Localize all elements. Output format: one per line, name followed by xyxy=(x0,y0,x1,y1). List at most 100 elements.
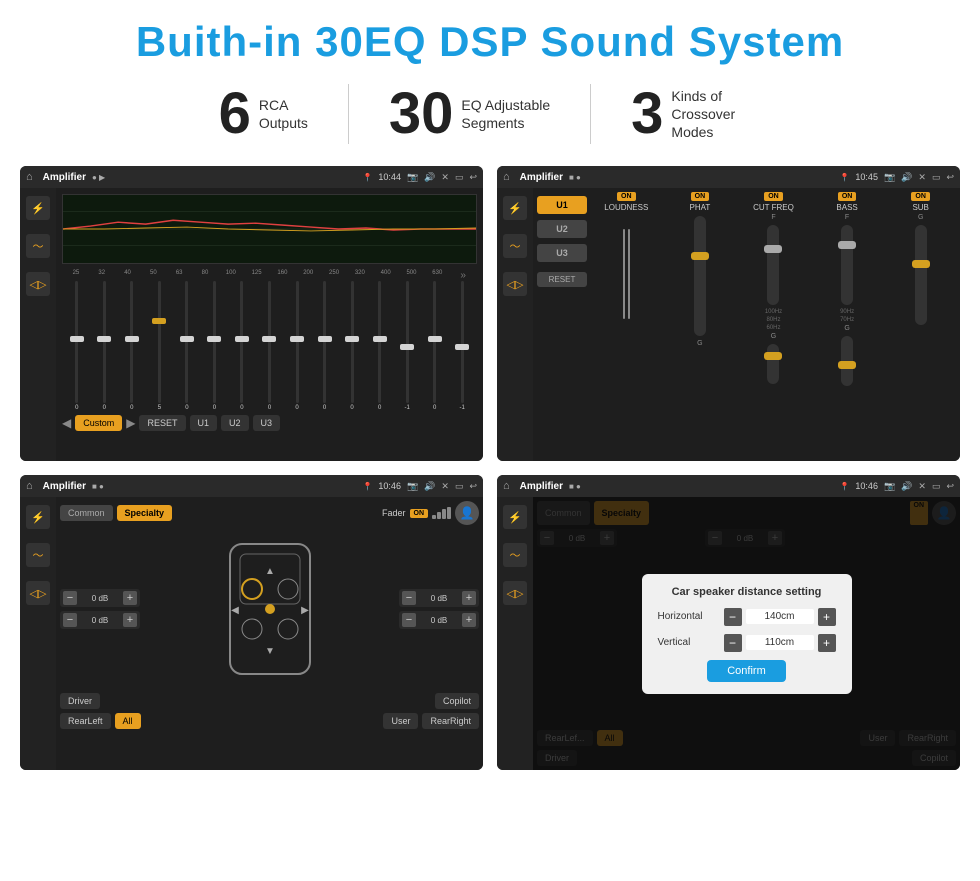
eq-u3-button[interactable]: U3 xyxy=(253,415,281,431)
screen4-title: Amplifier xyxy=(520,481,563,492)
cutfreq-slider-g[interactable] xyxy=(767,344,779,384)
front-left-vol-value: 0 dB xyxy=(79,594,121,603)
front-left-vol-plus[interactable]: + xyxy=(123,591,137,605)
screen3-content: ⚡ 〜 ◁▷ Common Specialty Fader ON xyxy=(20,497,483,770)
eq-prev-button[interactable]: ◀ xyxy=(62,416,71,430)
back-icon[interactable]: ↩ xyxy=(469,172,477,183)
speaker-main-area: Common Specialty Fader ON 👤 xyxy=(56,497,483,770)
dot-icon-2: ■ ● xyxy=(569,173,581,182)
rearright-button[interactable]: RearRight xyxy=(422,713,479,729)
eq-slider-15[interactable]: -1 xyxy=(449,281,475,411)
wave-icon-3[interactable]: 〜 xyxy=(26,543,50,567)
back-icon-4[interactable]: ↩ xyxy=(946,481,954,492)
cutfreq-slider-f[interactable] xyxy=(767,225,779,305)
home-icon[interactable]: ⌂ xyxy=(26,171,33,183)
sub-slider[interactable] xyxy=(915,225,927,325)
svg-text:▶: ▶ xyxy=(301,605,309,616)
eq-u1-button[interactable]: U1 xyxy=(190,415,218,431)
user-button[interactable]: User xyxy=(383,713,418,729)
rear-left-vol-value: 0 dB xyxy=(79,616,121,625)
vertical-label: Vertical xyxy=(658,637,718,648)
u2-preset-button[interactable]: U2 xyxy=(537,220,587,238)
rear-left-vol-plus[interactable]: + xyxy=(123,613,137,627)
front-right-vol-plus[interactable]: + xyxy=(462,591,476,605)
copilot-button[interactable]: Copilot xyxy=(435,693,479,709)
svg-text:▲: ▲ xyxy=(265,566,275,577)
phat-col: ON PHAT G xyxy=(665,192,736,457)
eq-slider-14[interactable]: 0 xyxy=(422,281,448,411)
eq-u2-button[interactable]: U2 xyxy=(221,415,249,431)
eq-icon-2[interactable]: ⚡ xyxy=(503,196,527,220)
wave-icon-2[interactable]: 〜 xyxy=(503,234,527,258)
eq-slider-11[interactable]: 0 xyxy=(339,281,365,411)
eq-slider-1[interactable]: 0 xyxy=(64,281,90,411)
eq-custom-button[interactable]: Custom xyxy=(75,415,122,431)
horizontal-value: 140cm xyxy=(746,609,814,624)
driver-button[interactable]: Driver xyxy=(60,693,100,709)
loudness-on-badge: ON xyxy=(617,192,636,201)
eq-slider-7[interactable]: 0 xyxy=(229,281,255,411)
eq-slider-8[interactable]: 0 xyxy=(257,281,283,411)
rear-left-vol-minus[interactable]: − xyxy=(63,613,77,627)
crossover-reset-button[interactable]: RESET xyxy=(537,272,587,287)
wave-icon-4[interactable]: 〜 xyxy=(503,543,527,567)
eq-slider-5[interactable]: 0 xyxy=(174,281,200,411)
home-icon-4[interactable]: ⌂ xyxy=(503,480,510,492)
profile-icon[interactable]: 👤 xyxy=(455,501,479,525)
phat-on-badge: ON xyxy=(691,192,710,201)
eq-slider-4[interactable]: 5 xyxy=(147,281,173,411)
common-tab[interactable]: Common xyxy=(60,505,113,521)
eq-slider-2[interactable]: 0 xyxy=(92,281,118,411)
horizontal-minus-button[interactable]: − xyxy=(724,608,742,626)
speaker-icon-4[interactable]: ◁▷ xyxy=(503,581,527,605)
screen1-sidebar: ⚡ 〜 ◁▷ xyxy=(20,188,56,461)
eq-slider-3[interactable]: 0 xyxy=(119,281,145,411)
cutfreq-label: CUT FREQ xyxy=(753,203,794,212)
rear-right-vol-minus[interactable]: − xyxy=(402,613,416,627)
sub-label: SUB xyxy=(912,203,928,212)
volume-icon-3: 🔊 xyxy=(424,481,435,492)
back-icon-2[interactable]: ↩ xyxy=(946,172,954,183)
bass-slider-g[interactable] xyxy=(841,336,853,386)
rearleft-button[interactable]: RearLeft xyxy=(60,713,111,729)
home-icon-2[interactable]: ⌂ xyxy=(503,171,510,183)
bass-label: BASS xyxy=(836,203,857,212)
u3-preset-button[interactable]: U3 xyxy=(537,244,587,262)
speaker-icon-3[interactable]: ◁▷ xyxy=(26,581,50,605)
screen-speaker: ⌂ Amplifier ■ ● 📍 10:46 📷 🔊 ✕ ▭ ↩ ⚡ 〜 ◁▷… xyxy=(20,475,483,770)
eq-slider-12[interactable]: 0 xyxy=(367,281,393,411)
front-left-volume: − 0 dB + xyxy=(60,589,140,607)
confirm-button[interactable]: Confirm xyxy=(707,660,786,682)
eq-slider-13[interactable]: -1 xyxy=(394,281,420,411)
rear-right-vol-plus[interactable]: + xyxy=(462,613,476,627)
back-icon-3[interactable]: ↩ xyxy=(469,481,477,492)
wave-icon[interactable]: 〜 xyxy=(26,234,50,258)
eq-icon[interactable]: ⚡ xyxy=(26,196,50,220)
front-left-vol-minus[interactable]: − xyxy=(63,591,77,605)
screen4-content: ⚡ 〜 ◁▷ Common Specialty ON 👤 − xyxy=(497,497,960,770)
sub-col: ON SUB G xyxy=(885,192,956,457)
horizontal-plus-button[interactable]: + xyxy=(818,608,836,626)
all-button[interactable]: All xyxy=(115,713,141,729)
speaker-icon[interactable]: ◁▷ xyxy=(26,272,50,296)
eq-slider-9[interactable]: 0 xyxy=(284,281,310,411)
eq-reset-button[interactable]: RESET xyxy=(139,415,185,431)
eq-icon-3[interactable]: ⚡ xyxy=(26,505,50,529)
eq-slider-10[interactable]: 0 xyxy=(312,281,338,411)
eq-icon-4[interactable]: ⚡ xyxy=(503,505,527,529)
specialty-tab[interactable]: Specialty xyxy=(117,505,173,521)
screen2-topbar: ⌂ Amplifier ■ ● 📍 10:45 📷 🔊 ✕ ▭ ↩ xyxy=(497,166,960,188)
speaker-icon-2[interactable]: ◁▷ xyxy=(503,272,527,296)
speaker-bottom: Driver Copilot xyxy=(60,693,479,709)
front-right-vol-minus[interactable]: − xyxy=(402,591,416,605)
eq-next-button[interactable]: ▶ xyxy=(126,416,135,430)
phat-slider[interactable] xyxy=(694,216,706,336)
eq-slider-6[interactable]: 0 xyxy=(202,281,228,411)
home-icon-3[interactable]: ⌂ xyxy=(26,480,33,492)
dot-icon: ● ▶ xyxy=(92,173,105,182)
bass-slider-f[interactable] xyxy=(841,225,853,305)
eq-freq-labels: 25 32 40 50 63 80 100 125 160 200 250 32… xyxy=(62,268,477,281)
vertical-minus-button[interactable]: − xyxy=(724,634,742,652)
vertical-plus-button[interactable]: + xyxy=(818,634,836,652)
u1-preset-button[interactable]: U1 xyxy=(537,196,587,214)
